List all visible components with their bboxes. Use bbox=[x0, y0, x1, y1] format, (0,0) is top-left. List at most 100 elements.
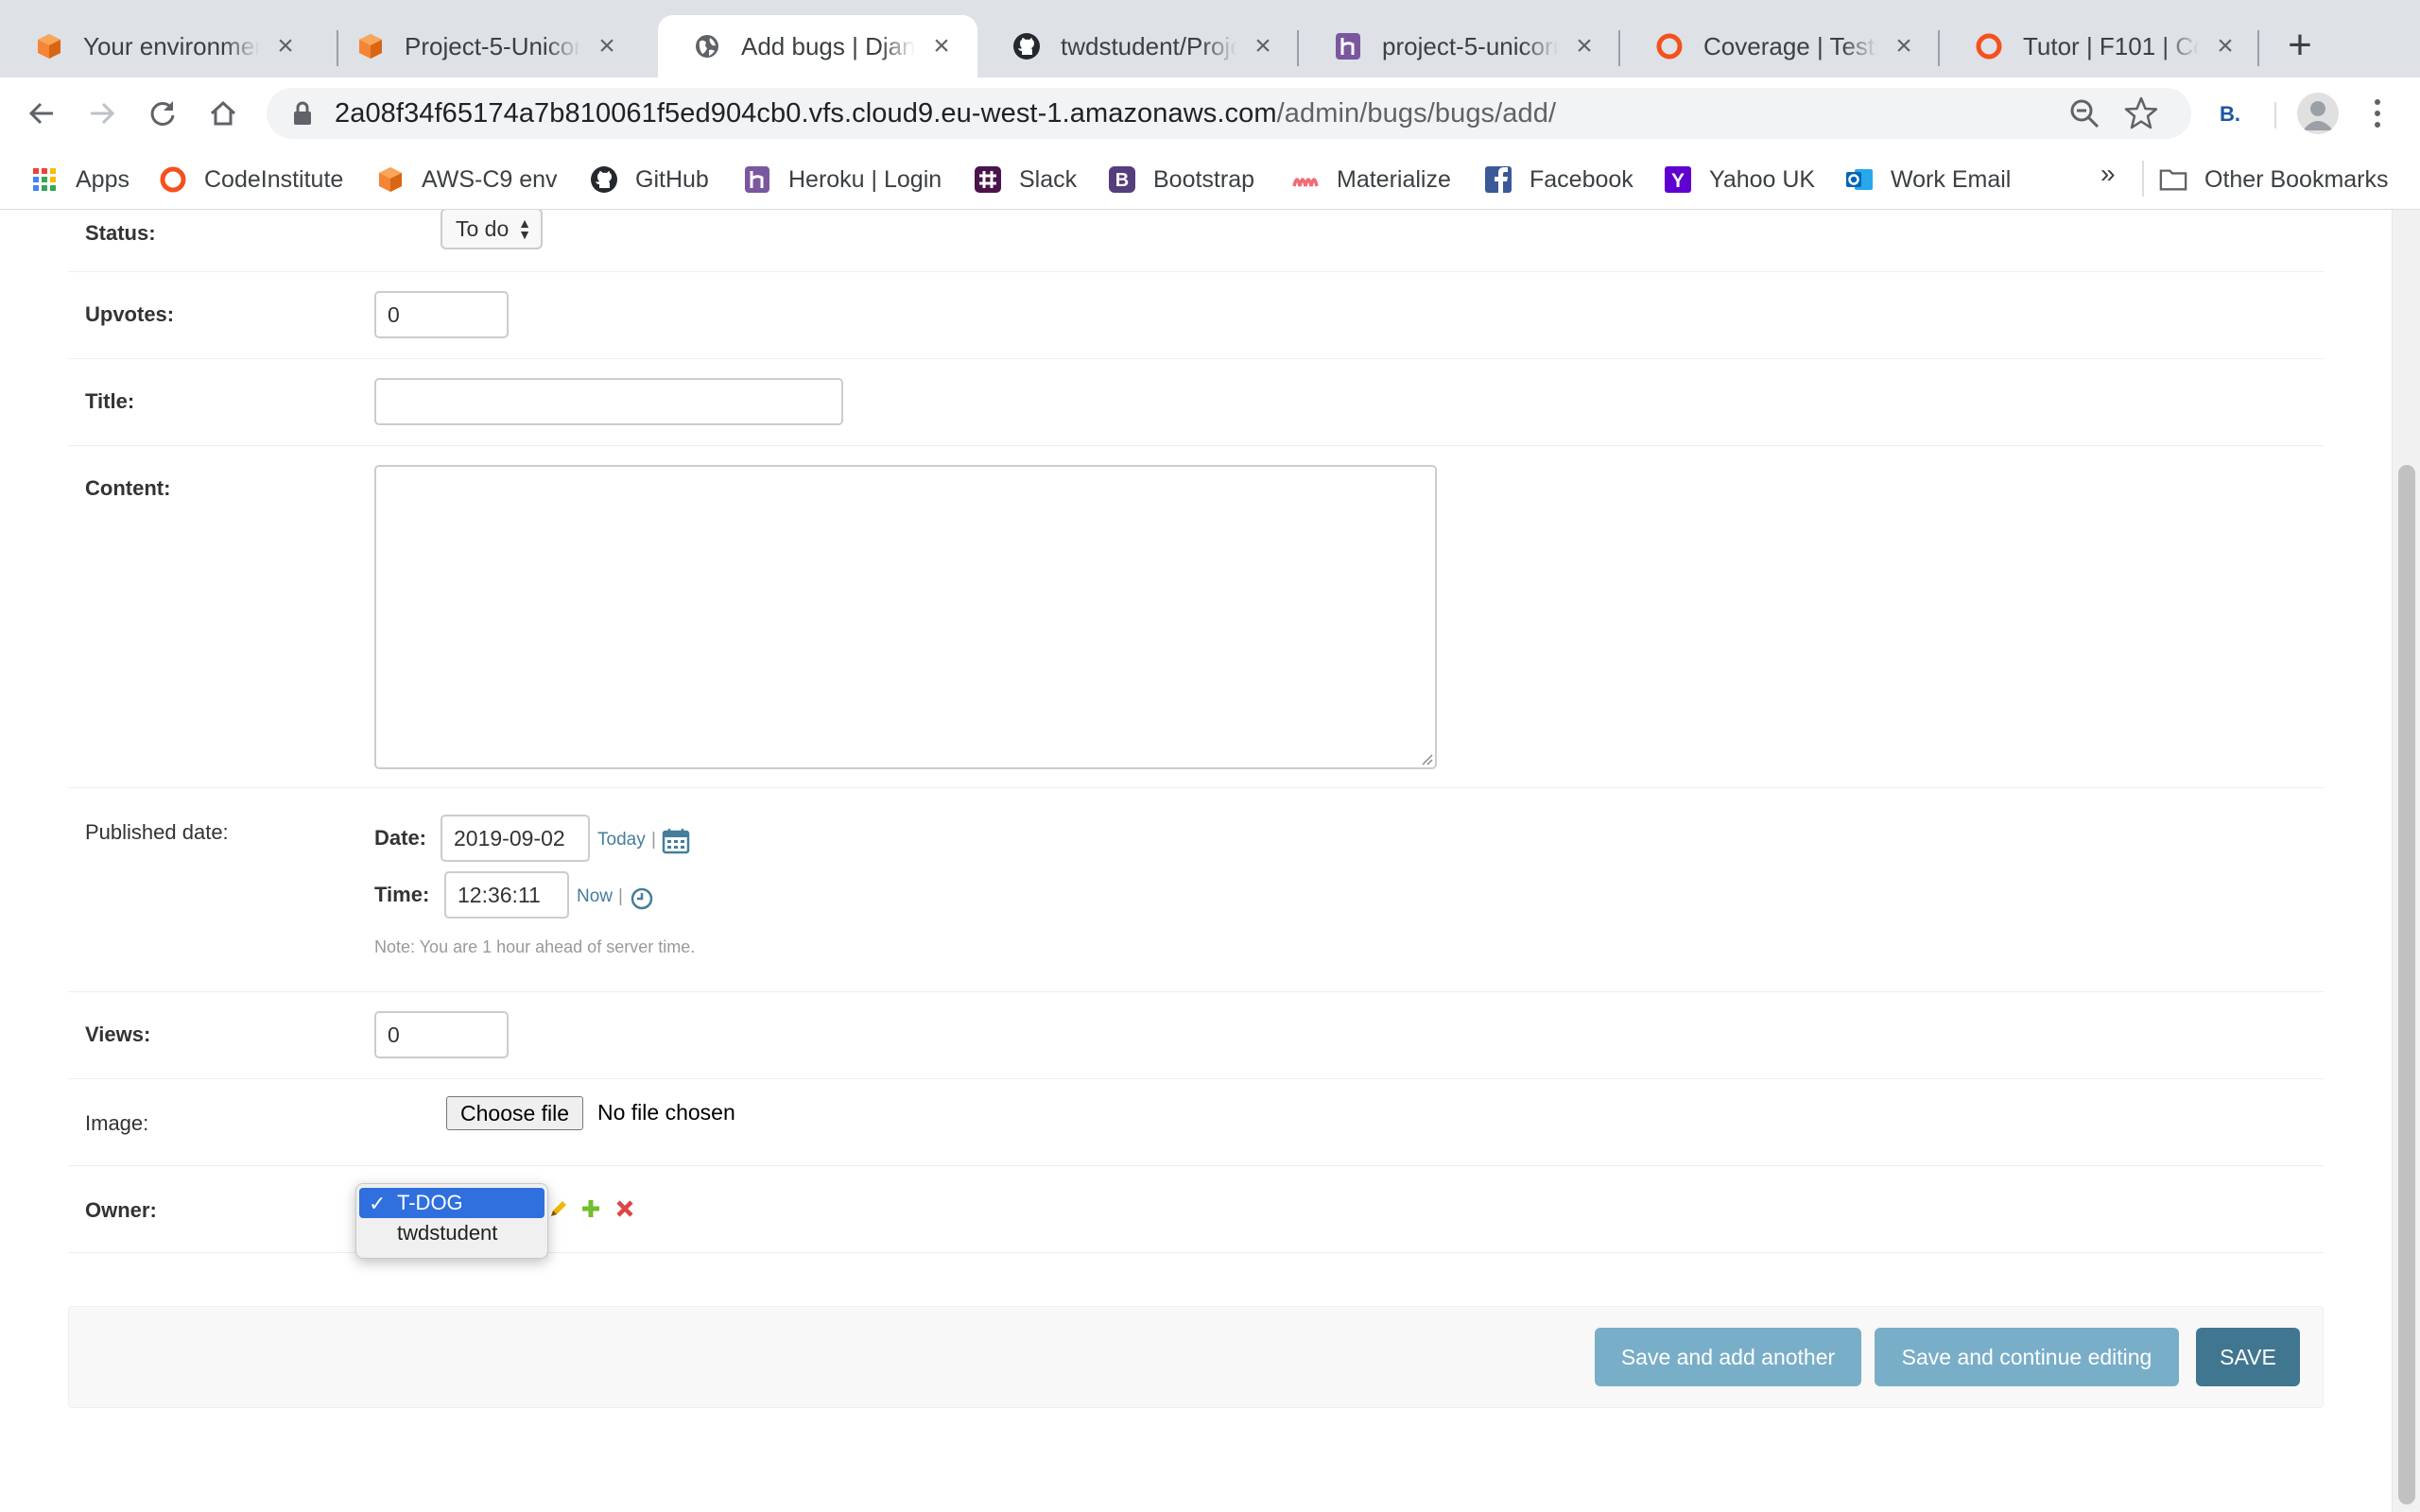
facebook-icon bbox=[1484, 165, 1512, 194]
tab-project-5-unicorn[interactable]: Project-5-Unicorn × bbox=[321, 15, 643, 77]
title-input[interactable] bbox=[374, 378, 843, 425]
bookmark-label: Heroku | Login bbox=[788, 165, 942, 193]
close-tab-icon[interactable]: × bbox=[928, 32, 955, 60]
bookmark-yahoo-uk[interactable]: Y Yahoo UK bbox=[1664, 161, 1815, 198]
arrow-right-icon bbox=[91, 102, 115, 125]
new-tab-button[interactable]: + bbox=[2278, 25, 2322, 68]
bookmark-aws-c9-env[interactable]: AWS-C9 env bbox=[376, 161, 558, 198]
tab-label: twdstudent/Projec bbox=[1061, 31, 1236, 60]
tab-your-environments[interactable]: Your environments × bbox=[0, 15, 321, 77]
content-label: Content: bbox=[85, 476, 171, 500]
close-tab-icon[interactable]: × bbox=[1891, 32, 1917, 60]
codeinstitute-icon bbox=[159, 165, 187, 194]
upvotes-input[interactable]: 0 bbox=[374, 291, 509, 338]
edit-pencil-icon[interactable] bbox=[548, 1198, 569, 1219]
browser-menu-icon[interactable] bbox=[2363, 93, 2392, 134]
time-label: Time: bbox=[374, 883, 430, 906]
bookmark-label: AWS-C9 env bbox=[422, 165, 558, 193]
tab-github-repo[interactable]: twdstudent/Projec × bbox=[977, 15, 1299, 77]
profile-avatar[interactable] bbox=[2297, 93, 2339, 134]
scrollbar-thumb[interactable] bbox=[2398, 465, 2415, 1504]
form-row-title: Title: bbox=[68, 359, 2324, 446]
close-tab-icon[interactable]: × bbox=[1571, 32, 1598, 60]
bookmark-other-bookmarks[interactable]: Other Bookmarks bbox=[2159, 161, 2389, 198]
url-host: 2a08f34f65174a7b810061f5ed904cb0.vfs.clo… bbox=[335, 97, 1277, 129]
views-label: Views: bbox=[85, 1022, 151, 1046]
forward-button[interactable] bbox=[79, 91, 125, 136]
time-input[interactable]: 12:36:11 bbox=[444, 871, 569, 919]
bookmark-slack[interactable]: Slack bbox=[974, 161, 1077, 198]
bookmark-apps[interactable]: Apps bbox=[30, 161, 130, 198]
bookmark-label: Slack bbox=[1019, 165, 1078, 193]
reload-icon bbox=[150, 101, 175, 126]
owner-option-twdstudent[interactable]: twdstudent bbox=[359, 1218, 544, 1248]
tab-tutor-f101[interactable]: Tutor | F101 | Code × bbox=[1940, 15, 2261, 77]
now-link[interactable]: Now bbox=[577, 886, 613, 907]
save-button[interactable]: Save bbox=[2196, 1328, 2300, 1386]
resize-handle-icon[interactable] bbox=[1420, 752, 1433, 765]
bookmark-codeinstitute[interactable]: CodeInstitute bbox=[159, 161, 343, 198]
bookmark-bootstrap[interactable]: B Bootstrap bbox=[1108, 161, 1254, 198]
page-scrollbar[interactable] bbox=[2392, 210, 2420, 1512]
url-text: 2a08f34f65174a7b810061f5ed904cb0.vfs.clo… bbox=[335, 98, 1556, 129]
add-plus-icon[interactable] bbox=[580, 1198, 601, 1219]
content-textarea[interactable] bbox=[374, 465, 1437, 769]
tab-label: Your environments bbox=[83, 31, 259, 60]
browser-toolbar: 2a08f34f65174a7b810061f5ed904cb0.vfs.clo… bbox=[0, 77, 2420, 149]
calendar-icon[interactable] bbox=[662, 828, 690, 854]
bookmark-materialize[interactable]: Materialize bbox=[1291, 161, 1451, 198]
bookmark-facebook[interactable]: Facebook bbox=[1484, 161, 1634, 198]
delete-x-icon[interactable] bbox=[616, 1200, 633, 1217]
person-icon bbox=[2303, 101, 2333, 130]
bookmark-label: GitHub bbox=[635, 165, 709, 193]
clock-icon[interactable] bbox=[630, 886, 654, 911]
bookmark-heroku-login[interactable]: Heroku | Login bbox=[743, 161, 942, 198]
globe-icon bbox=[692, 31, 722, 61]
bookmark-label: Apps bbox=[76, 165, 130, 193]
save-and-add-another-button[interactable]: Save and add another bbox=[1595, 1328, 1861, 1386]
owner-option-tdog[interactable]: ✓ T-DOG bbox=[359, 1188, 544, 1218]
status-select[interactable]: To do ▲ ▼ bbox=[441, 210, 543, 249]
bookmark-star-icon[interactable] bbox=[2123, 95, 2159, 131]
owner-dropdown[interactable]: ✓ T-DOG twdstudent bbox=[355, 1183, 548, 1259]
arrow-left-icon bbox=[28, 102, 53, 125]
outlook-icon bbox=[1845, 165, 1874, 194]
bookmark-work-email[interactable]: Work Email bbox=[1845, 161, 2011, 198]
bookmark-label: Materialize bbox=[1337, 165, 1451, 193]
choose-file-button[interactable]: Choose file bbox=[446, 1096, 584, 1130]
close-tab-icon[interactable]: × bbox=[2212, 32, 2238, 60]
save-and-continue-button[interactable]: Save and continue editing bbox=[1875, 1328, 2179, 1386]
close-tab-icon[interactable]: × bbox=[1250, 32, 1276, 60]
zoom-icon[interactable] bbox=[2068, 97, 2100, 129]
title-label: Title: bbox=[85, 389, 135, 413]
close-tab-icon[interactable]: × bbox=[594, 32, 620, 60]
extension-b-icon[interactable]: B. bbox=[2216, 100, 2244, 129]
address-bar[interactable]: 2a08f34f65174a7b810061f5ed904cb0.vfs.clo… bbox=[267, 88, 2191, 139]
tab-coverage-testing[interactable]: Coverage | Testing × bbox=[1620, 15, 1940, 77]
views-input[interactable]: 0 bbox=[374, 1011, 509, 1058]
codeinstitute-icon bbox=[1974, 31, 2004, 61]
reload-button[interactable] bbox=[140, 91, 185, 136]
svg-text:Y: Y bbox=[1671, 170, 1685, 192]
timezone-note: Note: You are 1 hour ahead of server tim… bbox=[374, 937, 696, 956]
apps-grid-icon bbox=[30, 165, 59, 194]
form-row-image: Image: Choose file No file chosen bbox=[68, 1079, 2324, 1166]
time-separator: | bbox=[618, 886, 623, 906]
tab-add-bugs-django[interactable]: Add bugs | Django × bbox=[658, 15, 977, 77]
today-link[interactable]: Today bbox=[597, 830, 646, 850]
aws-cube-icon bbox=[34, 31, 64, 61]
tab-heroku-project[interactable]: project-5-unicorn × bbox=[1299, 15, 1620, 77]
time-input-value: 12:36:11 bbox=[458, 882, 541, 907]
date-input[interactable]: 2019-09-02 bbox=[441, 815, 590, 862]
back-button[interactable] bbox=[19, 91, 64, 136]
yahoo-icon: Y bbox=[1664, 165, 1692, 194]
github-icon bbox=[1011, 31, 1042, 61]
bookmarks-overflow-button[interactable]: » bbox=[2100, 159, 2116, 189]
select-arrows-icon: ▲ ▼ bbox=[518, 215, 531, 242]
slack-icon bbox=[974, 165, 1002, 194]
views-input-value: 0 bbox=[388, 1022, 400, 1047]
bookmarks-bar: Apps CodeInstitute AWS-C9 env GitHub Her… bbox=[0, 149, 2420, 210]
close-tab-icon[interactable]: × bbox=[272, 32, 299, 60]
home-button[interactable] bbox=[200, 91, 246, 136]
bookmark-github[interactable]: GitHub bbox=[590, 161, 709, 198]
